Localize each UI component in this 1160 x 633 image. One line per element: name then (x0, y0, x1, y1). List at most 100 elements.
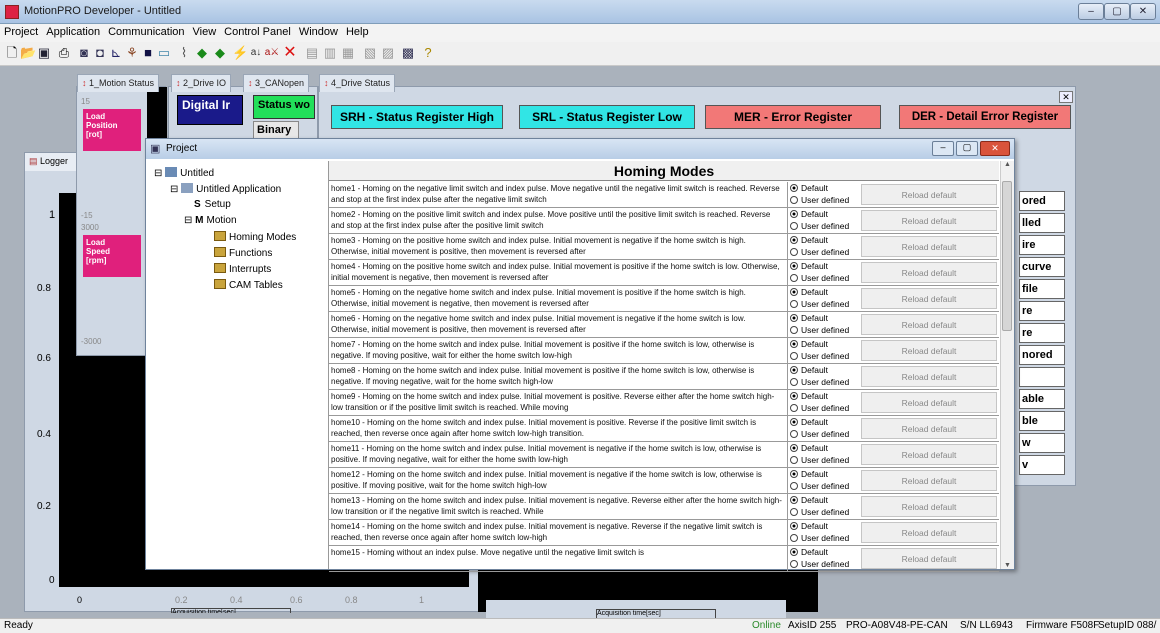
radio-user-defined[interactable] (790, 404, 798, 412)
option-default[interactable]: Default (790, 391, 828, 401)
reload-default-button[interactable]: Reload default (861, 392, 997, 413)
menu-view[interactable]: View (189, 24, 221, 38)
maximize-button[interactable]: ▢ (1104, 3, 1130, 20)
tree-application[interactable]: ⊟ Untitled Application (170, 183, 281, 195)
scroll-down-icon[interactable]: ▼ (1001, 562, 1014, 569)
radio-default[interactable] (790, 522, 798, 530)
option-default[interactable]: Default (790, 235, 828, 245)
radio-user-defined[interactable] (790, 274, 798, 282)
radio-default[interactable] (790, 444, 798, 452)
radio-default[interactable] (790, 210, 798, 218)
radio-default[interactable] (790, 470, 798, 478)
radio-user-defined[interactable] (790, 352, 798, 360)
new-icon[interactable]: 🗋 (4, 45, 20, 61)
data-icon[interactable]: ⚘ (124, 45, 140, 61)
radio-default[interactable] (790, 236, 798, 244)
collapse-icon[interactable]: ⊟ (170, 184, 178, 195)
option-user-defined[interactable]: User defined (790, 429, 849, 439)
option-user-defined[interactable]: User defined (790, 273, 849, 283)
tree-functions[interactable]: Functions (214, 247, 272, 259)
tree-root[interactable]: ⊟ Untitled (154, 167, 214, 179)
reload-default-button[interactable]: Reload default (861, 444, 997, 465)
option-user-defined[interactable]: User defined (790, 299, 849, 309)
radio-user-defined[interactable] (790, 222, 798, 230)
option-user-defined[interactable]: User defined (790, 195, 849, 205)
project-maximize-button[interactable]: ▢ (956, 141, 978, 156)
radio-default[interactable] (790, 288, 798, 296)
radio-user-defined[interactable] (790, 248, 798, 256)
chart-icon[interactable]: ▭ (156, 45, 172, 61)
option-user-defined[interactable]: User defined (790, 455, 849, 465)
radio-user-defined[interactable] (790, 196, 798, 204)
option-default[interactable]: Default (790, 287, 828, 297)
save-icon[interactable]: ▣ (36, 45, 52, 61)
diamond-icon[interactable]: ◆ (194, 45, 210, 61)
project-minimize-button[interactable]: – (932, 141, 954, 156)
option-default[interactable]: Default (790, 417, 828, 427)
option-user-defined[interactable]: User defined (790, 377, 849, 387)
option-default[interactable]: Default (790, 547, 828, 557)
drive-status-close-icon[interactable]: ✕ (1059, 91, 1073, 103)
open-icon[interactable]: 📂 (20, 45, 36, 61)
tree-cam-tables[interactable]: CAM Tables (214, 279, 283, 291)
minimize-button[interactable]: – (1078, 3, 1104, 20)
download2-icon[interactable]: ▨ (380, 45, 396, 61)
radio-user-defined[interactable] (790, 560, 798, 568)
tree-interrupts[interactable]: Interrupts (214, 263, 271, 275)
option-user-defined[interactable]: User defined (790, 325, 849, 335)
reload-default-button[interactable]: Reload default (861, 496, 997, 517)
flash-icon[interactable]: ▧ (362, 45, 378, 61)
collapse-icon[interactable]: ⊟ (184, 215, 192, 226)
option-default[interactable]: Default (790, 313, 828, 323)
radio-default[interactable] (790, 418, 798, 426)
option-user-defined[interactable]: User defined (790, 221, 849, 231)
tree-setup[interactable]: S Setup (194, 199, 231, 210)
compile-icon[interactable]: a⚔ (264, 45, 280, 61)
build-icon[interactable]: ▤ (304, 45, 320, 61)
menu-communication[interactable]: Communication (104, 24, 188, 38)
radio-user-defined[interactable] (790, 378, 798, 386)
project-close-button[interactable]: ✕ (980, 141, 1010, 156)
reload-default-button[interactable]: Reload default (861, 548, 997, 569)
tree-motion[interactable]: ⊟ M Motion (184, 215, 237, 226)
radio-default[interactable] (790, 314, 798, 322)
setup2-icon[interactable]: ▩ (400, 45, 416, 61)
option-user-defined[interactable]: User defined (790, 559, 849, 569)
reload-default-button[interactable]: Reload default (861, 366, 997, 387)
close-button[interactable]: ✕ (1130, 3, 1156, 20)
scroll-up-icon[interactable]: ▲ (1001, 161, 1014, 168)
setup-icon[interactable]: ◙ (76, 45, 92, 61)
radio-default[interactable] (790, 548, 798, 556)
radio-default[interactable] (790, 184, 798, 192)
option-default[interactable]: Default (790, 521, 828, 531)
diamond2-icon[interactable]: ◆ (212, 45, 228, 61)
reload-default-button[interactable]: Reload default (861, 184, 997, 205)
option-default[interactable]: Default (790, 495, 828, 505)
menu-application[interactable]: Application (42, 24, 104, 38)
option-user-defined[interactable]: User defined (790, 247, 849, 257)
download-icon[interactable]: ▦ (340, 45, 356, 61)
cross-icon[interactable]: ✕ (282, 45, 298, 61)
menu-window[interactable]: Window (295, 24, 342, 38)
radio-user-defined[interactable] (790, 430, 798, 438)
reload-default-button[interactable]: Reload default (861, 522, 997, 543)
print-icon[interactable]: ⎙ (56, 45, 72, 61)
option-default[interactable]: Default (790, 183, 828, 193)
option-user-defined[interactable]: User defined (790, 533, 849, 543)
option-default[interactable]: Default (790, 469, 828, 479)
radio-user-defined[interactable] (790, 534, 798, 542)
radio-default[interactable] (790, 340, 798, 348)
option-default[interactable]: Default (790, 339, 828, 349)
tab-motion-status[interactable]: ↕ 1_Motion Status (77, 74, 160, 92)
tab-canopen[interactable]: ↕ 3_CANopen (243, 74, 310, 92)
tree-homing-modes[interactable]: Homing Modes (214, 231, 296, 243)
axis-icon[interactable]: ⊾ (108, 45, 124, 61)
help-icon[interactable]: ? (420, 45, 436, 61)
run-icon[interactable]: ◘ (92, 45, 108, 61)
radio-user-defined[interactable] (790, 326, 798, 334)
reload-default-button[interactable]: Reload default (861, 314, 997, 335)
radio-default[interactable] (790, 496, 798, 504)
radio-user-defined[interactable] (790, 482, 798, 490)
reload-default-button[interactable]: Reload default (861, 470, 997, 491)
speed-icon[interactable]: ⚡ (232, 45, 248, 61)
